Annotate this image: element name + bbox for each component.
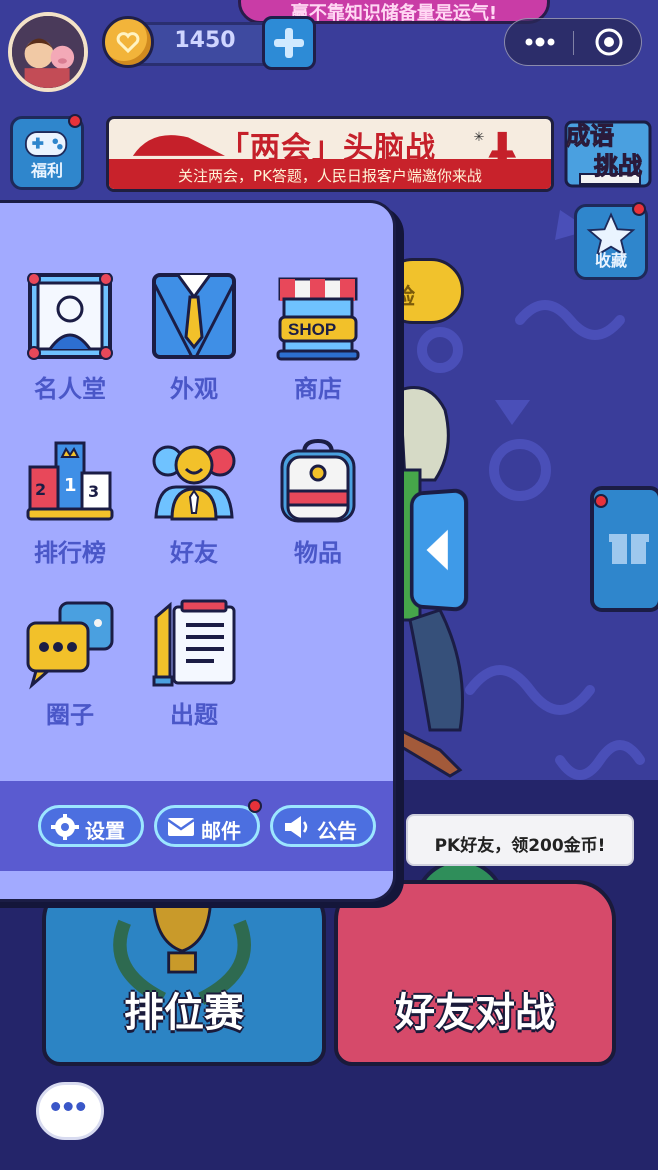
shop-icon (276, 277, 360, 361)
two-sessions-banner[interactable]: ✳ 「两会」头脑战 关注两会，PK答题，人民日报客户端邀你来战 (106, 116, 554, 192)
friends-icon (152, 445, 236, 521)
menu-item-label: 圈子 (46, 701, 94, 729)
svg-text:2: 2 (35, 480, 46, 499)
podium-icon: 2 1 3 (26, 441, 114, 521)
backpack-icon (280, 438, 356, 523)
avatar[interactable] (8, 12, 88, 92)
mail-notify-dot (248, 799, 262, 813)
banner-subtitle: 关注两会，PK答题，人民日报客户端邀你来战 (178, 167, 482, 185)
chat-button[interactable] (36, 1082, 104, 1140)
svg-text:1: 1 (64, 475, 77, 496)
settings-label: 设置 (85, 819, 125, 843)
coin-count: 1450 (174, 28, 236, 53)
gear-icon (51, 814, 79, 840)
megaphone-icon (285, 816, 308, 838)
menu-panel: 名人堂 外观 SHOP 商店 2 1 3 排行榜 好友 物品 圈子 出题 设置 … (0, 200, 396, 902)
menu-item-label: 外观 (170, 375, 218, 403)
mini-program-capsule (504, 18, 642, 66)
welfare-label: 福利 (30, 161, 63, 180)
sparkle-icon: ✳ (474, 130, 485, 145)
menu-item-label: 名人堂 (34, 375, 106, 403)
chat-bubbles-icon (26, 601, 114, 690)
idiom-line2: 挑战 (594, 152, 643, 181)
capsule-divider (573, 31, 574, 55)
collect-notify-dot (632, 202, 646, 216)
menu-item-label: 商店 (294, 375, 342, 403)
idiom-challenge-button[interactable]: 成语 挑战 (562, 114, 654, 192)
collect-label: 收藏 (594, 251, 627, 270)
menu-item-label: 出题 (170, 701, 218, 729)
menu-item-hall-of-fame[interactable]: 名人堂 (18, 273, 118, 417)
pk-tip-text: PK好友，领200金币! (434, 836, 606, 856)
avatar-image (12, 16, 84, 88)
coin-heart-icon (116, 32, 140, 54)
coin-icon (102, 16, 154, 68)
shop-icon-text: SHOP (288, 320, 337, 339)
settings-button[interactable]: 设置 (38, 805, 144, 847)
suit-icon (152, 273, 236, 359)
hall-of-fame-icon (27, 273, 113, 360)
menu-item-circle[interactable]: 圈子 (18, 599, 118, 743)
menu-item-friends[interactable]: 好友 (142, 437, 242, 581)
menu-item-items[interactable]: 物品 (266, 437, 366, 581)
menu-item-appearance[interactable]: 外观 (142, 273, 242, 417)
notepad-icon (152, 599, 236, 687)
friend-battle-label: 好友对战 (395, 990, 555, 1036)
gift-icon (609, 534, 649, 564)
mail-button[interactable]: 邮件 (154, 805, 260, 847)
mail-label: 邮件 (201, 819, 241, 843)
menu-item-label: 物品 (294, 539, 342, 567)
collapse-menu-tab[interactable] (409, 487, 469, 613)
triangle-left-icon (426, 529, 448, 571)
menu-item-leaderboard[interactable]: 2 1 3 排行榜 (18, 437, 118, 581)
envelope-icon (167, 818, 195, 836)
gift-notify-dot (594, 494, 608, 508)
menu-footer: 设置 邮件 公告 (0, 781, 393, 871)
plus-icon (274, 28, 304, 58)
pk-tip-bubble: PK好友，领200金币! (406, 814, 634, 866)
notice-label: 公告 (317, 819, 357, 843)
target-close-icon[interactable] (575, 19, 643, 67)
menu-item-create-question[interactable]: 出题 (142, 599, 242, 743)
menu-item-shop[interactable]: SHOP 商店 (266, 273, 366, 417)
chat-dots-icon (51, 1102, 86, 1111)
welfare-notify-dot (68, 114, 82, 128)
svg-text:3: 3 (88, 482, 99, 501)
more-dots-icon[interactable] (505, 19, 573, 67)
ranked-match-label: 排位赛 (124, 990, 244, 1036)
menu-item-label: 好友 (170, 539, 218, 567)
add-coins-button[interactable] (262, 16, 316, 70)
notice-button[interactable]: 公告 (270, 805, 376, 847)
menu-item-label: 排行榜 (34, 539, 106, 567)
